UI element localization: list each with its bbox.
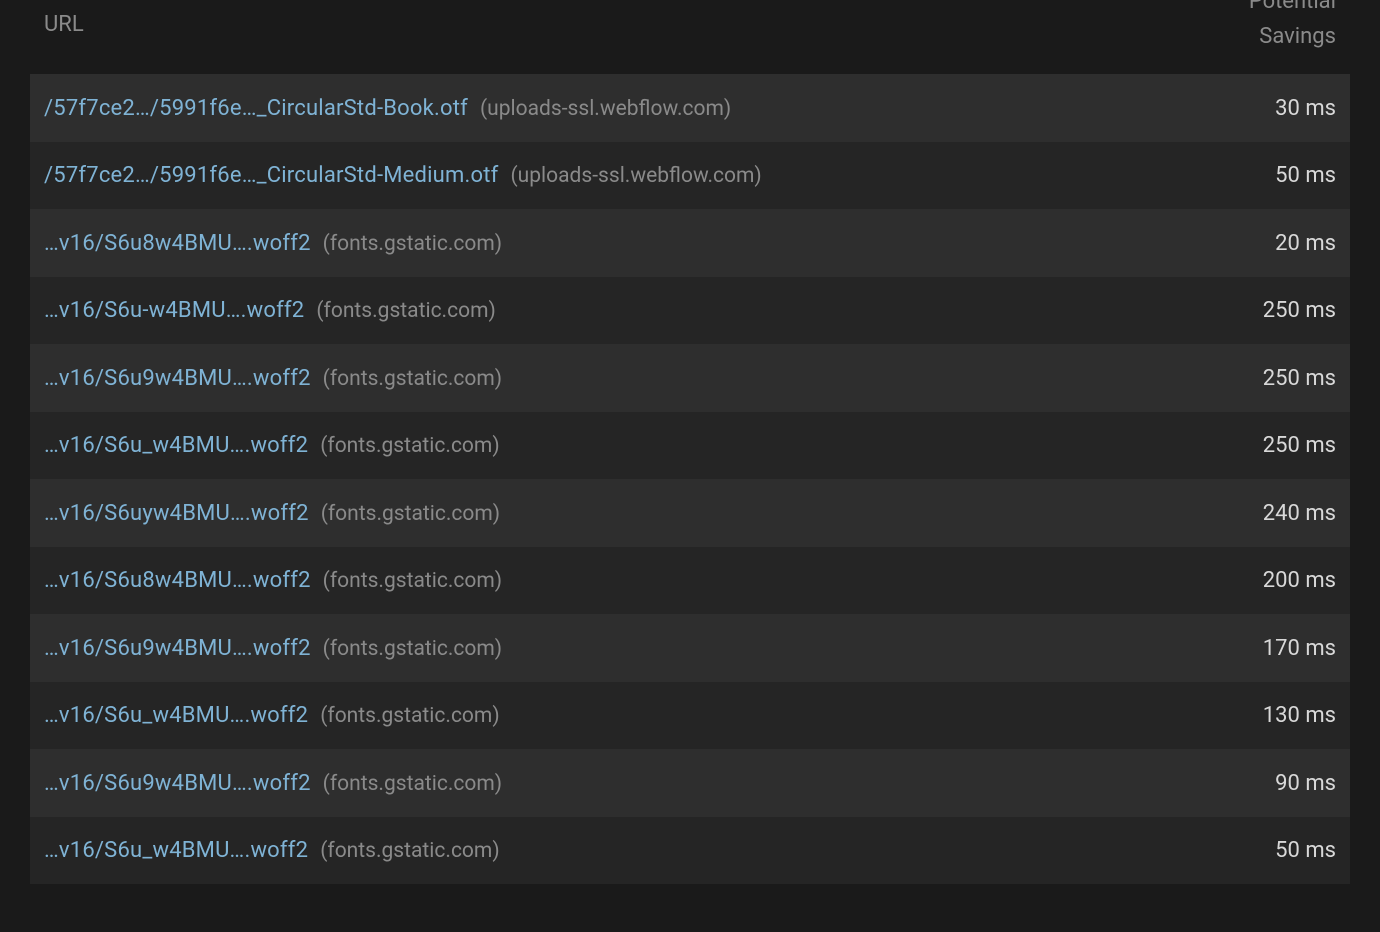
url-path-link[interactable]: …v16/S6u8w4BMU….woff2: [44, 568, 311, 593]
url-host-label: (fonts.gstatic.com): [323, 772, 502, 796]
savings-value: 30 ms: [1275, 96, 1336, 121]
savings-value: 50 ms: [1275, 838, 1336, 863]
url-cell: …v16/S6u_w4BMU….woff2 (fonts.gstatic.com…: [44, 703, 500, 728]
table-row[interactable]: …v16/S6u9w4BMU….woff2 (fonts.gstatic.com…: [30, 749, 1350, 817]
url-path-link[interactable]: /57f7ce2…/5991f6e…_CircularStd-Medium.ot…: [44, 163, 498, 188]
savings-value: 240 ms: [1263, 501, 1336, 526]
url-host-label: (fonts.gstatic.com): [323, 232, 502, 256]
url-host-label: (fonts.gstatic.com): [323, 637, 502, 661]
url-cell: …v16/S6u8w4BMU….woff2 (fonts.gstatic.com…: [44, 231, 502, 256]
url-cell: …v16/S6u9w4BMU….woff2 (fonts.gstatic.com…: [44, 636, 502, 661]
column-header-savings-line1: Potential: [1249, 0, 1336, 19]
savings-value: 90 ms: [1275, 771, 1336, 796]
url-path-link[interactable]: …v16/S6u-w4BMU….woff2: [44, 298, 304, 323]
savings-value: 20 ms: [1275, 231, 1336, 256]
column-header-savings[interactable]: Potential Savings: [1249, 0, 1336, 54]
savings-value: 50 ms: [1275, 163, 1336, 188]
url-host-label: (fonts.gstatic.com): [323, 569, 502, 593]
table-row[interactable]: …v16/S6u9w4BMU….woff2 (fonts.gstatic.com…: [30, 344, 1350, 412]
table-row[interactable]: …v16/S6u8w4BMU….woff2 (fonts.gstatic.com…: [30, 209, 1350, 277]
url-host-label: (fonts.gstatic.com): [316, 299, 495, 323]
url-path-link[interactable]: …v16/S6u9w4BMU….woff2: [44, 636, 311, 661]
url-cell: …v16/S6u8w4BMU….woff2 (fonts.gstatic.com…: [44, 568, 502, 593]
url-host-label: (fonts.gstatic.com): [321, 502, 500, 526]
table-row[interactable]: …v16/S6u9w4BMU….woff2 (fonts.gstatic.com…: [30, 614, 1350, 682]
savings-value: 200 ms: [1263, 568, 1336, 593]
url-cell: …v16/S6u-w4BMU….woff2 (fonts.gstatic.com…: [44, 298, 496, 323]
url-cell: /57f7ce2…/5991f6e…_CircularStd-Book.otf …: [44, 96, 731, 121]
savings-value: 250 ms: [1263, 366, 1336, 391]
table-row[interactable]: …v16/S6uyw4BMU….woff2 (fonts.gstatic.com…: [30, 479, 1350, 547]
url-cell: …v16/S6u9w4BMU….woff2 (fonts.gstatic.com…: [44, 366, 502, 391]
url-path-link[interactable]: …v16/S6u_w4BMU….woff2: [44, 838, 308, 863]
url-host-label: (fonts.gstatic.com): [320, 839, 499, 863]
table-body: /57f7ce2…/5991f6e…_CircularStd-Book.otf …: [30, 74, 1350, 884]
url-host-label: (fonts.gstatic.com): [320, 704, 499, 728]
table-row[interactable]: …v16/S6u_w4BMU….woff2 (fonts.gstatic.com…: [30, 817, 1350, 885]
url-host-label: (fonts.gstatic.com): [320, 434, 499, 458]
url-path-link[interactable]: …v16/S6uyw4BMU….woff2: [44, 501, 309, 526]
table-header: URL Potential Savings: [30, 0, 1350, 74]
url-path-link[interactable]: …v16/S6u8w4BMU….woff2: [44, 231, 311, 256]
savings-value: 170 ms: [1263, 636, 1336, 661]
table-row[interactable]: …v16/S6u-w4BMU….woff2 (fonts.gstatic.com…: [30, 277, 1350, 345]
column-header-url[interactable]: URL: [44, 0, 84, 37]
url-host-label: (fonts.gstatic.com): [323, 367, 502, 391]
url-cell: …v16/S6uyw4BMU….woff2 (fonts.gstatic.com…: [44, 501, 500, 526]
url-path-link[interactable]: /57f7ce2…/5991f6e…_CircularStd-Book.otf: [44, 96, 468, 121]
url-cell: /57f7ce2…/5991f6e…_CircularStd-Medium.ot…: [44, 163, 762, 188]
table-row[interactable]: /57f7ce2…/5991f6e…_CircularStd-Book.otf …: [30, 74, 1350, 142]
table-row[interactable]: …v16/S6u_w4BMU….woff2 (fonts.gstatic.com…: [30, 682, 1350, 750]
url-cell: …v16/S6u9w4BMU….woff2 (fonts.gstatic.com…: [44, 771, 502, 796]
table-row[interactable]: /57f7ce2…/5991f6e…_CircularStd-Medium.ot…: [30, 142, 1350, 210]
url-path-link[interactable]: …v16/S6u_w4BMU….woff2: [44, 703, 308, 728]
table-row[interactable]: …v16/S6u_w4BMU….woff2 (fonts.gstatic.com…: [30, 412, 1350, 480]
url-cell: …v16/S6u_w4BMU….woff2 (fonts.gstatic.com…: [44, 433, 500, 458]
savings-value: 130 ms: [1263, 703, 1336, 728]
url-path-link[interactable]: …v16/S6u9w4BMU….woff2: [44, 771, 311, 796]
url-host-label: (uploads-ssl.webflow.com): [510, 164, 761, 188]
savings-value: 250 ms: [1263, 298, 1336, 323]
url-cell: …v16/S6u_w4BMU….woff2 (fonts.gstatic.com…: [44, 838, 500, 863]
url-path-link[interactable]: …v16/S6u_w4BMU….woff2: [44, 433, 308, 458]
url-host-label: (uploads-ssl.webflow.com): [480, 97, 731, 121]
table-row[interactable]: …v16/S6u8w4BMU….woff2 (fonts.gstatic.com…: [30, 547, 1350, 615]
column-header-savings-line2: Savings: [1249, 19, 1336, 54]
savings-value: 250 ms: [1263, 433, 1336, 458]
url-path-link[interactable]: …v16/S6u9w4BMU….woff2: [44, 366, 311, 391]
